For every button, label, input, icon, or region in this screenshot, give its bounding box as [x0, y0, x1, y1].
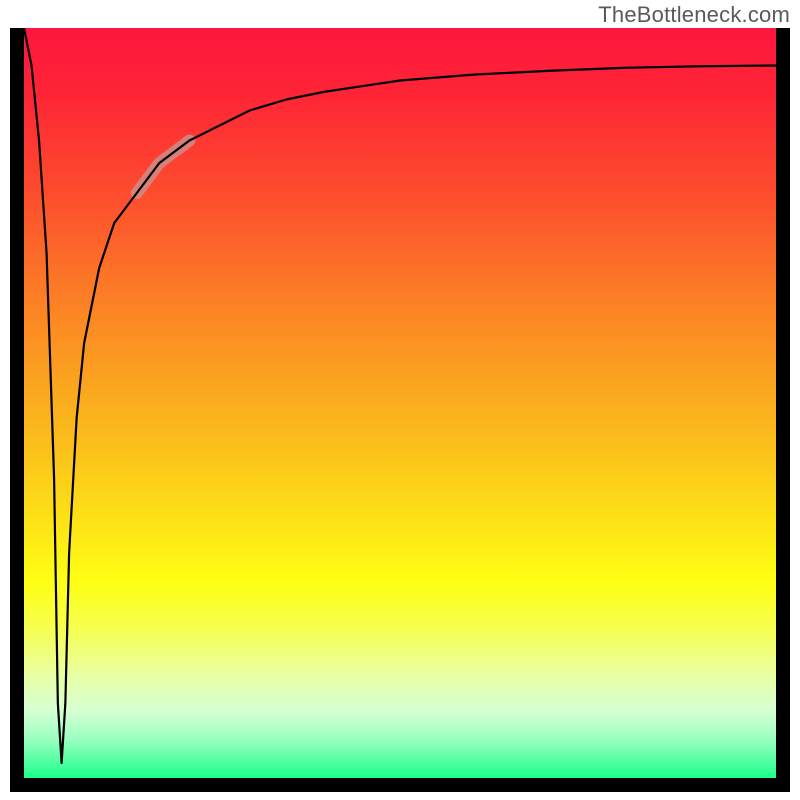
- chart-container: TheBottleneck.com: [0, 0, 800, 800]
- highlight-segment: [137, 141, 190, 194]
- attribution-label: TheBottleneck.com: [598, 2, 790, 28]
- chart-frame: [10, 28, 790, 792]
- plot-area: [24, 28, 776, 778]
- bottleneck-curve: [24, 28, 776, 763]
- curve-layer: [24, 28, 776, 778]
